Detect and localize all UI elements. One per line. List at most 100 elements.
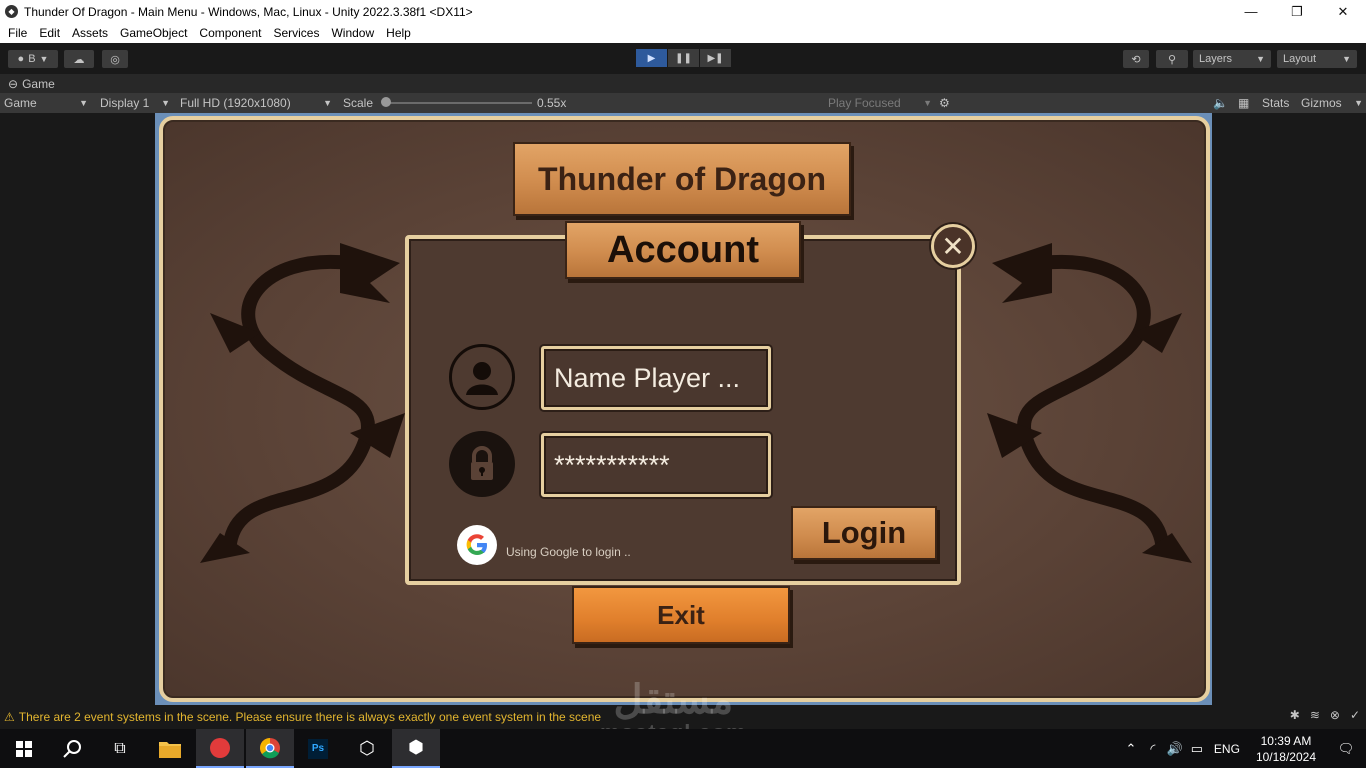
account-dropdown[interactable]: ● B ▼ [8,50,58,68]
debug-icon[interactable]: ✱ [1290,708,1300,722]
file-explorer-button[interactable] [146,729,194,768]
history-icon: ⟲ [1131,53,1141,66]
account-title: Account [565,221,801,279]
game-tab-row: ⊖ Game [0,74,1366,93]
view-select[interactable]: Game ▼ [4,93,88,113]
task-view-button[interactable]: ⧉ [96,729,144,768]
unity-hub-button[interactable]: ⬡ [343,729,391,768]
scale-slider-handle[interactable] [381,97,391,107]
google-login-button[interactable] [457,525,497,565]
menu-component[interactable]: Component [193,26,267,40]
audio-mute-icon[interactable]: 🔈 [1213,93,1228,113]
language-indicator[interactable]: ENG [1208,742,1246,756]
menu-edit[interactable]: Edit [33,26,66,40]
display-select[interactable]: Display 1 ▼ [100,93,170,113]
chevron-down-icon: ▼ [923,98,932,108]
minimize-button[interactable]: — [1228,0,1274,23]
dragon-left-icon [200,243,405,563]
battery-icon[interactable]: ▭ [1186,741,1208,757]
chevron-down-icon: ▼ [1256,54,1265,64]
gizmos-label: Gizmos [1301,96,1342,110]
close-icon: ✕ [941,230,965,262]
play-button[interactable]: ▶ [636,49,667,67]
account-icon: ● [17,53,25,65]
pause-icon: ❚❚ [675,52,692,64]
scale-value: 0.55x [537,96,567,110]
unity-icon: ⬢ [408,737,424,757]
player-name-input[interactable]: Name Player ... [541,346,771,410]
play-icon: ▶ [647,52,656,64]
play-focused-label: Play Focused [828,96,901,110]
chevron-down-icon: ▼ [1354,98,1363,108]
chevron-down-icon: ▼ [323,98,332,108]
display-select-label: Display 1 [100,96,150,110]
window-title: Thunder Of Dragon - Main Menu - Windows,… [24,4,473,19]
collab-button[interactable]: ◎ [102,50,128,68]
history-button[interactable]: ⟲ [1123,50,1149,68]
unity-editor-button[interactable]: ⬢ [392,729,440,768]
notifications-icon[interactable]: 🗨 [1326,741,1366,757]
account-label: B [28,53,36,65]
status-bar-icons: ✱ ≋ ⊗ ✓ [1290,708,1360,722]
password-input[interactable]: *********** [541,433,771,497]
gizmos-dropdown[interactable]: Gizmos ▼ [1301,93,1363,113]
check-icon[interactable]: ✓ [1350,708,1360,722]
google-login-text[interactable]: Using Google to login .. [506,545,631,559]
diagnostics-icon[interactable]: ⊗ [1330,708,1340,722]
scale-slider-track[interactable] [384,102,532,104]
layers-stack-icon[interactable]: ≋ [1310,708,1320,722]
bug-icon[interactable]: ⚙ [939,93,950,113]
resolution-select[interactable]: Full HD (1920x1080) ▼ [180,93,332,113]
chevron-down-icon: ▼ [1342,54,1351,64]
photoshop-icon: Ps [308,738,328,759]
layers-label: Layers [1199,53,1233,65]
chrome-button[interactable] [246,729,294,768]
close-panel-button[interactable]: ✕ [931,224,975,268]
login-button[interactable]: Login [791,506,937,560]
scale-label: Scale [343,96,374,110]
play-focused-select[interactable]: Play Focused ▼ [828,93,932,113]
search-button[interactable]: ⚲ [1156,50,1188,68]
window-title-bar: ◆ Thunder Of Dragon - Main Menu - Window… [0,0,1366,23]
console-warning-message: There are 2 event systems in the scene. … [18,710,602,724]
chevron-down-icon: ▼ [79,98,88,108]
google-icon [466,534,487,555]
photoshop-button[interactable]: Ps [294,729,342,768]
wifi-icon[interactable]: ◜ [1142,741,1164,757]
close-window-button[interactable]: ✕ [1320,0,1366,23]
task-view-icon: ⧉ [114,739,126,757]
grid-icon[interactable]: ▦ [1238,93,1249,113]
step-button[interactable]: ▶❚ [700,49,731,67]
play-controls: ▶ ❚❚ ▶❚ [636,49,732,67]
menu-gameobject[interactable]: GameObject [114,26,193,40]
watermark-arabic: مستقل [613,678,734,722]
menu-file[interactable]: File [2,26,33,40]
lock-icon [449,431,515,497]
search-icon: ⚲ [1167,53,1177,66]
cloud-button[interactable]: ☁ [64,50,94,68]
game-view: Thunder of Dragon Exit Account ✕ Name Pl… [155,113,1212,705]
layers-dropdown[interactable]: Layers ▼ [1193,50,1271,68]
maximize-button[interactable]: ❐ [1274,0,1320,23]
tab-game[interactable]: Game [22,77,55,91]
layout-label: Layout [1283,53,1317,65]
stats-button[interactable]: Stats [1262,93,1289,113]
clock-time: 10:39 AM [1260,733,1312,748]
search-taskbar-button[interactable] [48,729,96,768]
game-title-plank: Thunder of Dragon [513,142,851,216]
menu-help[interactable]: Help [380,26,417,40]
chevron-down-icon: ▼ [161,98,170,108]
folder-icon [159,741,181,758]
menu-services[interactable]: Services [267,26,325,40]
screen-recorder-button[interactable] [196,729,244,768]
start-button[interactable] [0,729,48,768]
clock[interactable]: 10:39 AM 10/18/2024 [1246,733,1326,765]
pause-button[interactable]: ❚❚ [668,49,699,67]
show-hidden-icons-icon[interactable]: ⌃ [1120,741,1142,757]
menu-assets[interactable]: Assets [66,26,114,40]
volume-icon[interactable]: 🔊 [1164,741,1186,757]
exit-button[interactable]: Exit [572,586,790,644]
chrome-icon [260,737,280,758]
menu-window[interactable]: Window [325,26,380,40]
layout-dropdown[interactable]: Layout ▼ [1277,50,1357,68]
